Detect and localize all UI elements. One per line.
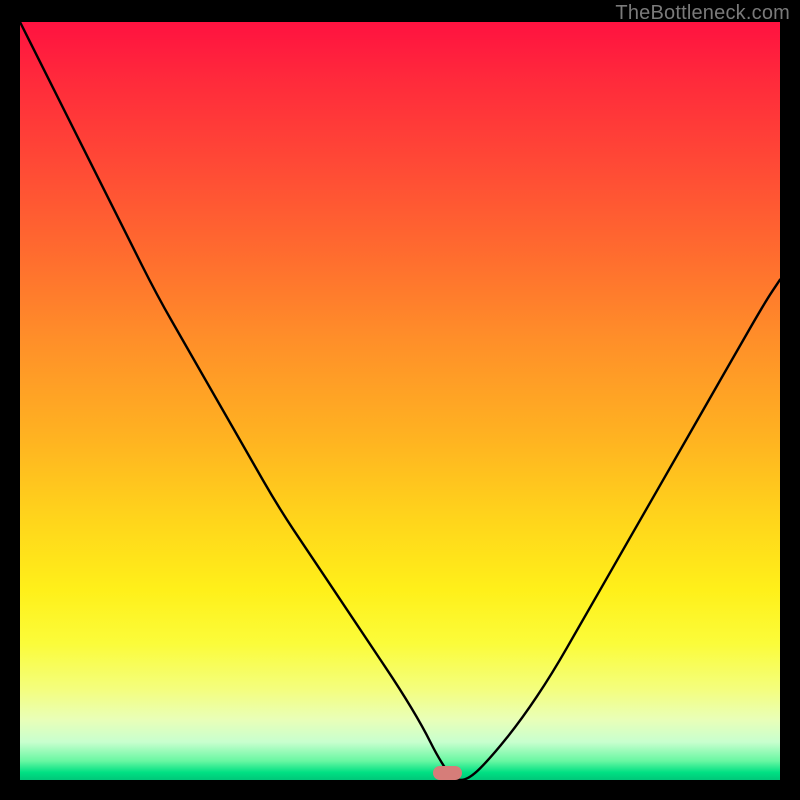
bottleneck-curve <box>20 22 780 780</box>
curve-path <box>20 22 780 780</box>
chart-frame: TheBottleneck.com <box>0 0 800 800</box>
optimum-marker <box>433 766 462 780</box>
watermark-text: TheBottleneck.com <box>615 2 790 25</box>
plot-area <box>20 22 780 780</box>
